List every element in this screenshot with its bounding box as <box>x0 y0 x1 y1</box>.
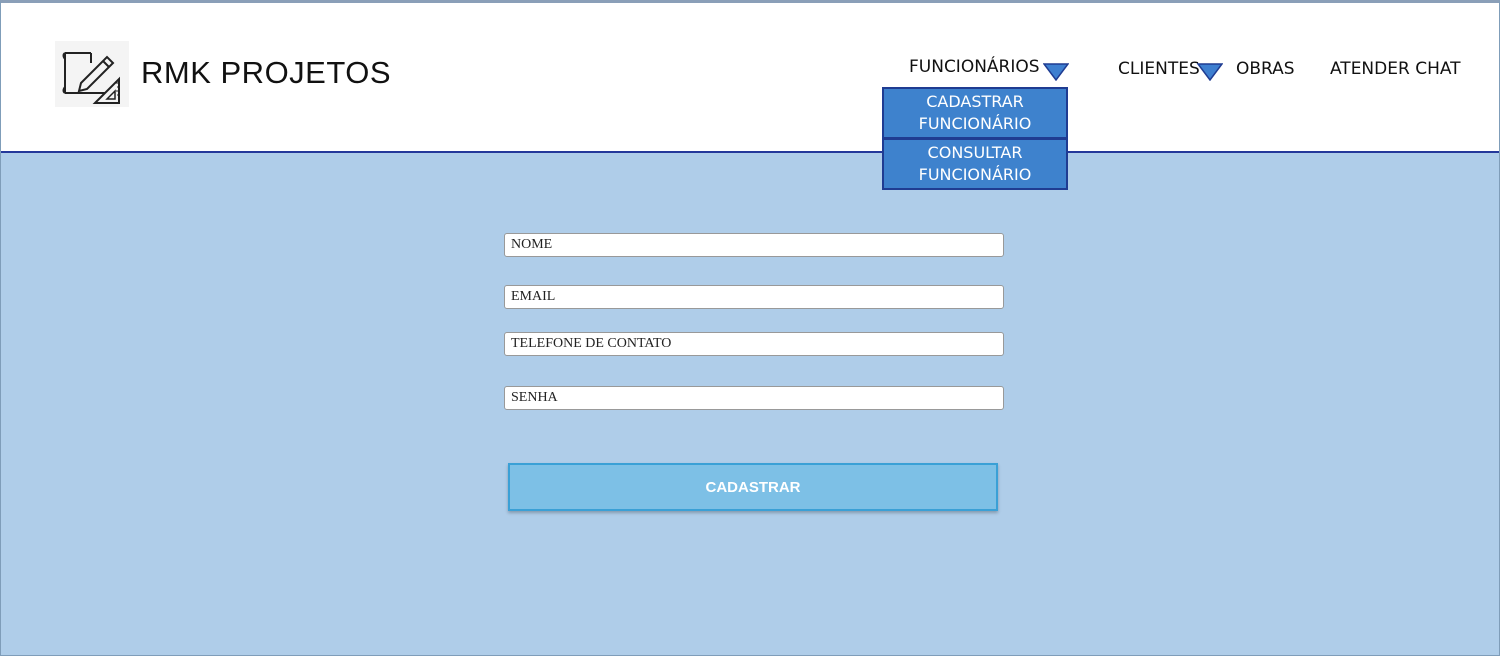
nav-funcionarios[interactable]: FUNCIONÁRIOS <box>909 57 1040 77</box>
funcionarios-dropdown: CADASTRAR FUNCIONÁRIO CONSULTAR FUNCIONÁ… <box>882 87 1068 190</box>
blueprint-pencil-icon <box>62 52 120 104</box>
nav-atender-chat[interactable]: ATENDER CHAT <box>1330 59 1461 79</box>
senha-input[interactable] <box>504 386 1004 410</box>
menu-item-label: CADASTRAR <box>926 92 1024 111</box>
nav-clientes[interactable]: CLIENTES <box>1118 59 1200 79</box>
menu-item-consultar-funcionario[interactable]: CONSULTAR FUNCIONÁRIO <box>882 139 1068 190</box>
menu-item-label: CONSULTAR <box>927 143 1023 162</box>
brand-name: RMK PROJETOS <box>141 55 392 90</box>
nav-obras[interactable]: OBRAS <box>1236 59 1295 79</box>
menu-item-label: FUNCIONÁRIO <box>918 165 1032 184</box>
top-header: RMK PROJETOS FUNCIONÁRIOS CLIENTES OBRAS… <box>1 3 1499 153</box>
app-window: RMK PROJETOS FUNCIONÁRIOS CLIENTES OBRAS… <box>0 0 1500 656</box>
menu-item-label: FUNCIONÁRIO <box>918 114 1032 133</box>
nome-input[interactable] <box>504 233 1004 257</box>
menu-item-cadastrar-funcionario[interactable]: CADASTRAR FUNCIONÁRIO <box>882 87 1068 139</box>
cadastrar-button[interactable]: CADASTRAR <box>508 463 998 511</box>
telefone-input[interactable] <box>504 332 1004 356</box>
email-input[interactable] <box>504 285 1004 309</box>
chevron-down-icon[interactable] <box>1043 63 1069 81</box>
chevron-down-icon[interactable] <box>1197 63 1223 81</box>
logo[interactable] <box>55 41 129 107</box>
